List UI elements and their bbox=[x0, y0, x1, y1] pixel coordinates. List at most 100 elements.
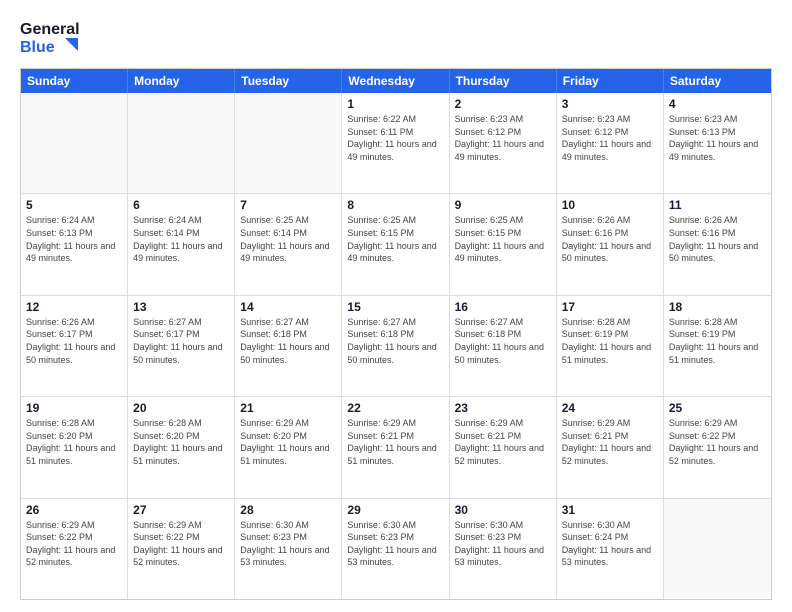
calendar-day-cell bbox=[128, 93, 235, 193]
day-info: Sunrise: 6:27 AM Sunset: 6:18 PM Dayligh… bbox=[240, 316, 336, 366]
day-number: 24 bbox=[562, 401, 658, 415]
day-info: Sunrise: 6:25 AM Sunset: 6:15 PM Dayligh… bbox=[455, 214, 551, 264]
calendar-day-cell bbox=[664, 499, 771, 599]
calendar-day-cell: 11Sunrise: 6:26 AM Sunset: 6:16 PM Dayli… bbox=[664, 194, 771, 294]
calendar-day-cell: 31 Sunrise: 6:30 AM Sunset: 6:24 PM Dayli… bbox=[557, 499, 664, 599]
calendar-week-row: 1Sunrise: 6:22 AM Sunset: 6:11 PM Daylig… bbox=[21, 93, 771, 194]
calendar-day-cell: 26 Sunrise: 6:29 AM Sunset: 6:22 PM Dayli… bbox=[21, 499, 128, 599]
calendar-day-cell: 8 Sunrise: 6:25 AM Sunset: 6:15 PM Daylig… bbox=[342, 194, 449, 294]
day-info: Sunrise: 6:30 AM Sunset: 6:24 PM Dayligh… bbox=[562, 519, 658, 569]
day-number: 29 bbox=[347, 503, 443, 517]
calendar-body: 1Sunrise: 6:22 AM Sunset: 6:11 PM Daylig… bbox=[21, 93, 771, 599]
header: GeneralBlue bbox=[20, 16, 772, 58]
calendar-day-cell: 12Sunrise: 6:26 AM Sunset: 6:17 PM Dayli… bbox=[21, 296, 128, 396]
day-number: 15 bbox=[347, 300, 443, 314]
day-info: Sunrise: 6:26 AM Sunset: 6:16 PM Dayligh… bbox=[669, 214, 766, 264]
calendar-header-cell: Saturday bbox=[664, 69, 771, 93]
calendar-header-cell: Monday bbox=[128, 69, 235, 93]
day-number: 25 bbox=[669, 401, 766, 415]
day-info: Sunrise: 6:29 AM Sunset: 6:21 PM Dayligh… bbox=[562, 417, 658, 467]
day-info: Sunrise: 6:26 AM Sunset: 6:16 PM Dayligh… bbox=[562, 214, 658, 264]
day-info: Sunrise: 6:28 AM Sunset: 6:20 PM Dayligh… bbox=[133, 417, 229, 467]
calendar-day-cell: 30Sunrise: 6:30 AM Sunset: 6:23 PM Dayli… bbox=[450, 499, 557, 599]
day-number: 8 bbox=[347, 198, 443, 212]
day-number: 3 bbox=[562, 97, 658, 111]
calendar-day-cell: 6 Sunrise: 6:24 AM Sunset: 6:14 PM Daylig… bbox=[128, 194, 235, 294]
calendar-week-row: 5 Sunrise: 6:24 AM Sunset: 6:13 PM Daylig… bbox=[21, 194, 771, 295]
day-number: 2 bbox=[455, 97, 551, 111]
svg-text:Blue: Blue bbox=[20, 39, 55, 56]
calendar-day-cell: 28 Sunrise: 6:30 AM Sunset: 6:23 PM Dayli… bbox=[235, 499, 342, 599]
day-number: 20 bbox=[133, 401, 229, 415]
calendar-day-cell: 14 Sunrise: 6:27 AM Sunset: 6:18 PM Dayli… bbox=[235, 296, 342, 396]
calendar-week-row: 19Sunrise: 6:28 AM Sunset: 6:20 PM Dayli… bbox=[21, 397, 771, 498]
day-number: 31 bbox=[562, 503, 658, 517]
calendar-day-cell: 10Sunrise: 6:26 AM Sunset: 6:16 PM Dayli… bbox=[557, 194, 664, 294]
logo: GeneralBlue bbox=[20, 16, 80, 58]
day-info: Sunrise: 6:27 AM Sunset: 6:18 PM Dayligh… bbox=[347, 316, 443, 366]
day-number: 4 bbox=[669, 97, 766, 111]
day-number: 28 bbox=[240, 503, 336, 517]
day-info: Sunrise: 6:25 AM Sunset: 6:15 PM Dayligh… bbox=[347, 214, 443, 264]
day-number: 27 bbox=[133, 503, 229, 517]
calendar-day-cell: 9 Sunrise: 6:25 AM Sunset: 6:15 PM Daylig… bbox=[450, 194, 557, 294]
calendar-day-cell: 16Sunrise: 6:27 AM Sunset: 6:18 PM Dayli… bbox=[450, 296, 557, 396]
day-info: Sunrise: 6:24 AM Sunset: 6:14 PM Dayligh… bbox=[133, 214, 229, 264]
calendar-day-cell: 27 Sunrise: 6:29 AM Sunset: 6:22 PM Dayli… bbox=[128, 499, 235, 599]
day-info: Sunrise: 6:30 AM Sunset: 6:23 PM Dayligh… bbox=[240, 519, 336, 569]
day-info: Sunrise: 6:26 AM Sunset: 6:17 PM Dayligh… bbox=[26, 316, 122, 366]
day-info: Sunrise: 6:22 AM Sunset: 6:11 PM Dayligh… bbox=[347, 113, 443, 163]
day-number: 30 bbox=[455, 503, 551, 517]
day-number: 23 bbox=[455, 401, 551, 415]
day-info: Sunrise: 6:23 AM Sunset: 6:13 PM Dayligh… bbox=[669, 113, 766, 163]
day-info: Sunrise: 6:24 AM Sunset: 6:13 PM Dayligh… bbox=[26, 214, 122, 264]
calendar-day-cell: 5 Sunrise: 6:24 AM Sunset: 6:13 PM Daylig… bbox=[21, 194, 128, 294]
day-number: 14 bbox=[240, 300, 336, 314]
svg-text:General: General bbox=[20, 21, 80, 38]
day-info: Sunrise: 6:25 AM Sunset: 6:14 PM Dayligh… bbox=[240, 214, 336, 264]
calendar-header-cell: Sunday bbox=[21, 69, 128, 93]
calendar-day-cell: 17 Sunrise: 6:28 AM Sunset: 6:19 PM Dayli… bbox=[557, 296, 664, 396]
day-info: Sunrise: 6:29 AM Sunset: 6:21 PM Dayligh… bbox=[455, 417, 551, 467]
calendar-week-row: 12Sunrise: 6:26 AM Sunset: 6:17 PM Dayli… bbox=[21, 296, 771, 397]
day-number: 13 bbox=[133, 300, 229, 314]
calendar-day-cell: 24 Sunrise: 6:29 AM Sunset: 6:21 PM Dayli… bbox=[557, 397, 664, 497]
day-info: Sunrise: 6:30 AM Sunset: 6:23 PM Dayligh… bbox=[347, 519, 443, 569]
calendar-day-cell: 2 Sunrise: 6:23 AM Sunset: 6:12 PM Daylig… bbox=[450, 93, 557, 193]
day-info: Sunrise: 6:28 AM Sunset: 6:19 PM Dayligh… bbox=[562, 316, 658, 366]
calendar-day-cell: 7 Sunrise: 6:25 AM Sunset: 6:14 PM Daylig… bbox=[235, 194, 342, 294]
calendar-day-cell: 23 Sunrise: 6:29 AM Sunset: 6:21 PM Dayli… bbox=[450, 397, 557, 497]
calendar-header-cell: Friday bbox=[557, 69, 664, 93]
day-info: Sunrise: 6:28 AM Sunset: 6:20 PM Dayligh… bbox=[26, 417, 122, 467]
calendar-header-cell: Thursday bbox=[450, 69, 557, 93]
day-info: Sunrise: 6:29 AM Sunset: 6:20 PM Dayligh… bbox=[240, 417, 336, 467]
day-info: Sunrise: 6:23 AM Sunset: 6:12 PM Dayligh… bbox=[455, 113, 551, 163]
day-info: Sunrise: 6:29 AM Sunset: 6:22 PM Dayligh… bbox=[26, 519, 122, 569]
day-number: 9 bbox=[455, 198, 551, 212]
calendar-week-row: 26 Sunrise: 6:29 AM Sunset: 6:22 PM Dayli… bbox=[21, 499, 771, 599]
calendar-day-cell: 19Sunrise: 6:28 AM Sunset: 6:20 PM Dayli… bbox=[21, 397, 128, 497]
day-number: 21 bbox=[240, 401, 336, 415]
day-info: Sunrise: 6:29 AM Sunset: 6:21 PM Dayligh… bbox=[347, 417, 443, 467]
day-number: 17 bbox=[562, 300, 658, 314]
calendar-day-cell: 25Sunrise: 6:29 AM Sunset: 6:22 PM Dayli… bbox=[664, 397, 771, 497]
calendar-day-cell: 20 Sunrise: 6:28 AM Sunset: 6:20 PM Dayli… bbox=[128, 397, 235, 497]
day-info: Sunrise: 6:29 AM Sunset: 6:22 PM Dayligh… bbox=[133, 519, 229, 569]
day-number: 5 bbox=[26, 198, 122, 212]
day-info: Sunrise: 6:27 AM Sunset: 6:17 PM Dayligh… bbox=[133, 316, 229, 366]
calendar-day-cell: 21 Sunrise: 6:29 AM Sunset: 6:20 PM Dayli… bbox=[235, 397, 342, 497]
calendar-header-row: SundayMondayTuesdayWednesdayThursdayFrid… bbox=[21, 69, 771, 93]
day-number: 6 bbox=[133, 198, 229, 212]
calendar-header-cell: Wednesday bbox=[342, 69, 449, 93]
logo-svg: GeneralBlue bbox=[20, 16, 80, 58]
day-number: 18 bbox=[669, 300, 766, 314]
day-number: 7 bbox=[240, 198, 336, 212]
calendar-day-cell bbox=[21, 93, 128, 193]
calendar-day-cell: 1Sunrise: 6:22 AM Sunset: 6:11 PM Daylig… bbox=[342, 93, 449, 193]
day-info: Sunrise: 6:23 AM Sunset: 6:12 PM Dayligh… bbox=[562, 113, 658, 163]
calendar-day-cell: 18Sunrise: 6:28 AM Sunset: 6:19 PM Dayli… bbox=[664, 296, 771, 396]
day-number: 26 bbox=[26, 503, 122, 517]
page: GeneralBlue SundayMondayTuesdayWednesday… bbox=[0, 0, 792, 612]
day-number: 16 bbox=[455, 300, 551, 314]
calendar-day-cell: 3 Sunrise: 6:23 AM Sunset: 6:12 PM Daylig… bbox=[557, 93, 664, 193]
